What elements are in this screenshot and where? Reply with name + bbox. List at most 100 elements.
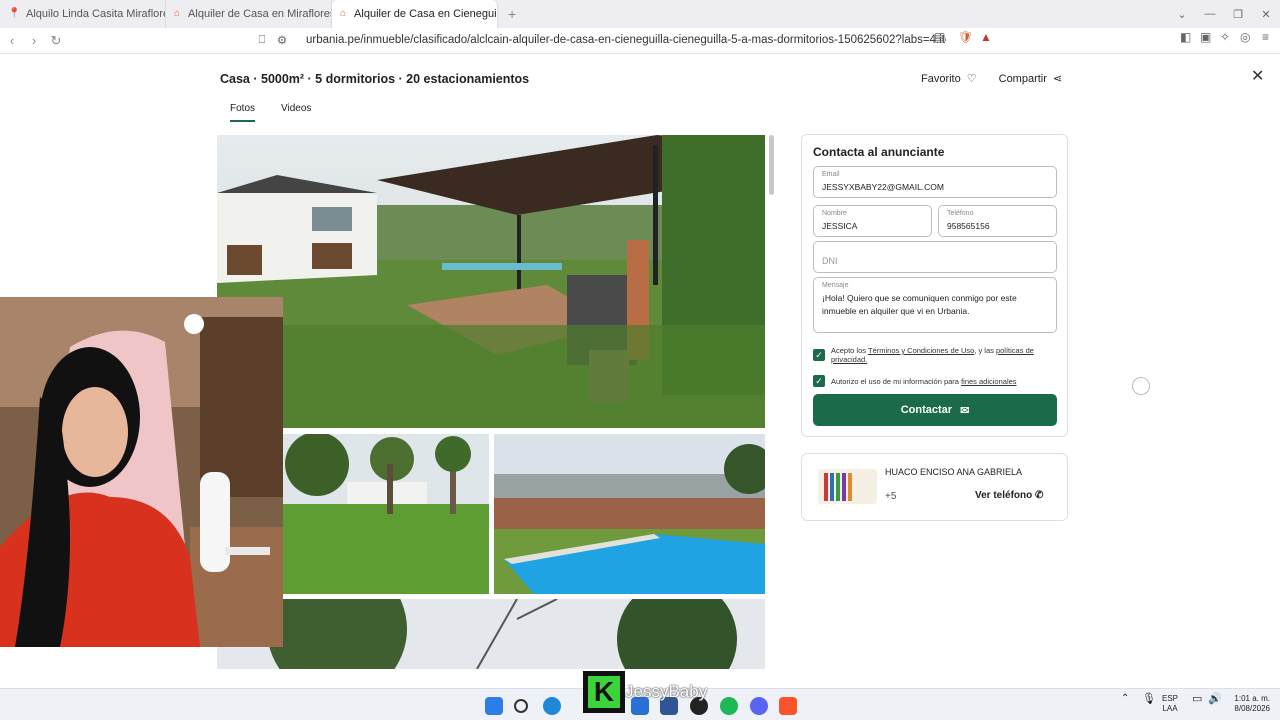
close-icon[interactable]: ✕ — [1251, 66, 1264, 86]
spotify-icon[interactable] — [720, 697, 738, 715]
edge-icon[interactable] — [543, 697, 561, 715]
contact-form: Contacta al anunciante Email JESSYXBABY2… — [801, 134, 1068, 437]
menu-icon[interactable]: ≡ — [1262, 30, 1269, 44]
bookmark-icon[interactable]: ⎕ — [252, 34, 272, 47]
mail-icon: ✉ — [960, 404, 970, 417]
clock-date: 8/08/2026 — [1234, 704, 1270, 713]
see-phone-button[interactable]: Ver teléfono ✆ — [975, 490, 1043, 501]
phone-value[interactable]: 958565156 — [947, 220, 1048, 233]
url-text[interactable]: urbania.pe/inmueble/clasificado/alclcain… — [306, 34, 946, 46]
site-info-icon[interactable]: ⚙ — [272, 33, 292, 47]
back-icon[interactable]: ‹ — [2, 33, 22, 48]
email-value[interactable]: JESSYXBABY22@GMAIL.COM — [822, 181, 1048, 194]
discord-icon[interactable] — [750, 697, 768, 715]
tab-videos[interactable]: Videos — [281, 103, 311, 122]
tray-chevron-icon[interactable]: ⌃ — [1121, 694, 1129, 704]
terms-link[interactable]: Términos y Condiciones de Uso — [868, 346, 974, 355]
browser-tab[interactable]: 📍 Alquilo Linda Casita Miraflores (A. C..… — [0, 0, 166, 28]
gallery-scrollbar[interactable] — [769, 135, 774, 195]
browser-tab-bar: 📍 Alquilo Linda Casita Miraflores (A. C..… — [0, 0, 1280, 28]
kick-badge: K — [583, 671, 625, 713]
brave-shield-icon[interactable]: 🛡 — [958, 30, 973, 44]
listing-title: Casa · 5000m² · 5 dormitorios · 20 estac… — [220, 72, 530, 86]
contact-button[interactable]: Contactar ✉ — [813, 394, 1057, 426]
wallet-icon[interactable]: ▣ — [1200, 30, 1211, 44]
heart-icon: ♡ — [966, 73, 977, 85]
gallery-photo[interactable] — [494, 434, 765, 594]
reload-icon[interactable]: ↻ — [46, 33, 66, 49]
maximize-icon[interactable]: ❐ — [1224, 8, 1252, 21]
message-value[interactable]: ¡Hola! Quiero que se comuniquen conmigo … — [822, 292, 1048, 318]
contact-form-heading: Contacta al anunciante — [813, 145, 945, 159]
name-value[interactable]: JESSICA — [822, 220, 923, 233]
authorize-text: Autorizo el uso de mi información para f… — [831, 377, 1051, 386]
brave-icon[interactable] — [779, 697, 797, 715]
address-bar[interactable]: ⎕ ⚙ urbania.pe/inmueble/clasificado/alcl… — [252, 30, 1002, 50]
tab-title: Alquiler de Casa en Miraflores - Lima — [188, 8, 332, 20]
tab-fotos[interactable]: Fotos — [230, 103, 256, 122]
email-label: Email — [822, 171, 840, 178]
leo-ai-icon[interactable]: ✧ — [1220, 30, 1230, 44]
advertiser-name: HUACO ENCISO ANA GABRIELA — [885, 467, 1023, 477]
brave-rewards-icon[interactable]: ▲ — [980, 30, 992, 44]
phone-icon: ✆ — [1035, 490, 1044, 501]
message-label: Mensaje — [822, 282, 849, 289]
terms-checkbox[interactable]: ✓ — [813, 349, 825, 361]
network-icon[interactable]: ▭ — [1192, 694, 1202, 705]
name-label: Nombre — [822, 210, 847, 217]
tab-title: Alquilo Linda Casita Miraflores (A. C... — [26, 8, 165, 20]
advertiser-phone-partial: +5 — [885, 491, 897, 502]
terms-mid: y las — [978, 346, 994, 355]
authorize-prefix: Autorizo el uso de mi información para — [831, 377, 959, 386]
reader-mode-icon[interactable]: ▤ — [934, 30, 945, 44]
tab-title: Alquiler de Casa en Cieneguilla — [354, 8, 498, 20]
new-tab-icon[interactable]: + — [508, 6, 516, 22]
house-favicon-icon: ⌂ — [174, 8, 181, 19]
forward-icon[interactable]: › — [24, 33, 44, 48]
house-favicon-icon: ⌂ — [340, 8, 347, 19]
gallery-photo[interactable] — [217, 599, 765, 669]
authorize-link[interactable]: fines adicionales — [961, 377, 1016, 386]
authorize-checkbox[interactable]: ✓ — [813, 375, 825, 387]
tab-list-icon[interactable]: ⌄ — [1168, 8, 1196, 21]
loading-spinner-icon — [1132, 377, 1150, 395]
clock-time: 1:01 a. m. — [1234, 694, 1270, 703]
terms-prefix: Acepto los — [831, 346, 867, 355]
share-label: Compartir — [998, 73, 1047, 85]
share-button[interactable]: Compartir ⋖ — [999, 72, 1063, 85]
share-icon: ⋖ — [1052, 73, 1063, 85]
microphone-icon[interactable]: 🎙 — [1142, 694, 1156, 705]
lang-top: ESP — [1162, 694, 1179, 703]
window-controls: ⌄ — ❐ ✕ — [1168, 0, 1280, 28]
streamer-name: JessyBaby — [625, 682, 708, 701]
volume-icon[interactable]: 🔊 — [1208, 694, 1222, 705]
name-field[interactable]: Nombre JESSICA — [813, 205, 932, 237]
message-field[interactable]: Mensaje ¡Hola! Quiero que se comuniquen … — [813, 277, 1057, 333]
contact-button-label: Contactar — [900, 404, 953, 416]
listing-actions: Favorito ♡ Compartir ⋖ — [921, 72, 1062, 85]
close-window-icon[interactable]: ✕ — [1252, 8, 1280, 21]
email-field[interactable]: Email JESSYXBABY22@GMAIL.COM — [813, 166, 1057, 198]
terms-text: Acepto los Términos y Condiciones de Uso… — [831, 346, 1034, 364]
search-icon[interactable] — [514, 699, 528, 713]
clock[interactable]: 1:01 a. m. 8/08/2026 — [1226, 694, 1270, 714]
main-photo[interactable] — [217, 135, 765, 428]
start-icon[interactable] — [485, 697, 503, 715]
kick-badge-letter: K — [588, 676, 620, 708]
minimize-icon[interactable]: — — [1196, 8, 1224, 20]
favorite-button[interactable]: Favorito ♡ — [921, 72, 977, 85]
language-indicator[interactable]: ESP LAA — [1162, 694, 1178, 714]
see-phone-label: Ver teléfono — [975, 490, 1033, 501]
sidebar-icon[interactable]: ◧ — [1180, 30, 1191, 44]
webcam-overlay — [0, 297, 283, 647]
vpn-icon[interactable]: ◎ — [1240, 30, 1250, 44]
advertiser-card: HUACO ENCISO ANA GABRIELA +5 Ver teléfon… — [801, 453, 1068, 521]
phone-label: Teléfono — [947, 210, 974, 217]
dni-field[interactable]: DNI — [813, 241, 1057, 273]
media-tabs: Fotos Videos — [230, 103, 311, 122]
browser-tab[interactable]: ⌂ Alquiler de Casa en Miraflores - Lima — [166, 0, 332, 28]
browser-tab-active[interactable]: ⌂Alquiler de Casa en Cieneguilla✕ — [332, 0, 498, 28]
advertiser-logo — [818, 469, 877, 504]
dni-placeholder: DNI — [822, 256, 838, 266]
phone-field[interactable]: Teléfono 958565156 — [938, 205, 1057, 237]
